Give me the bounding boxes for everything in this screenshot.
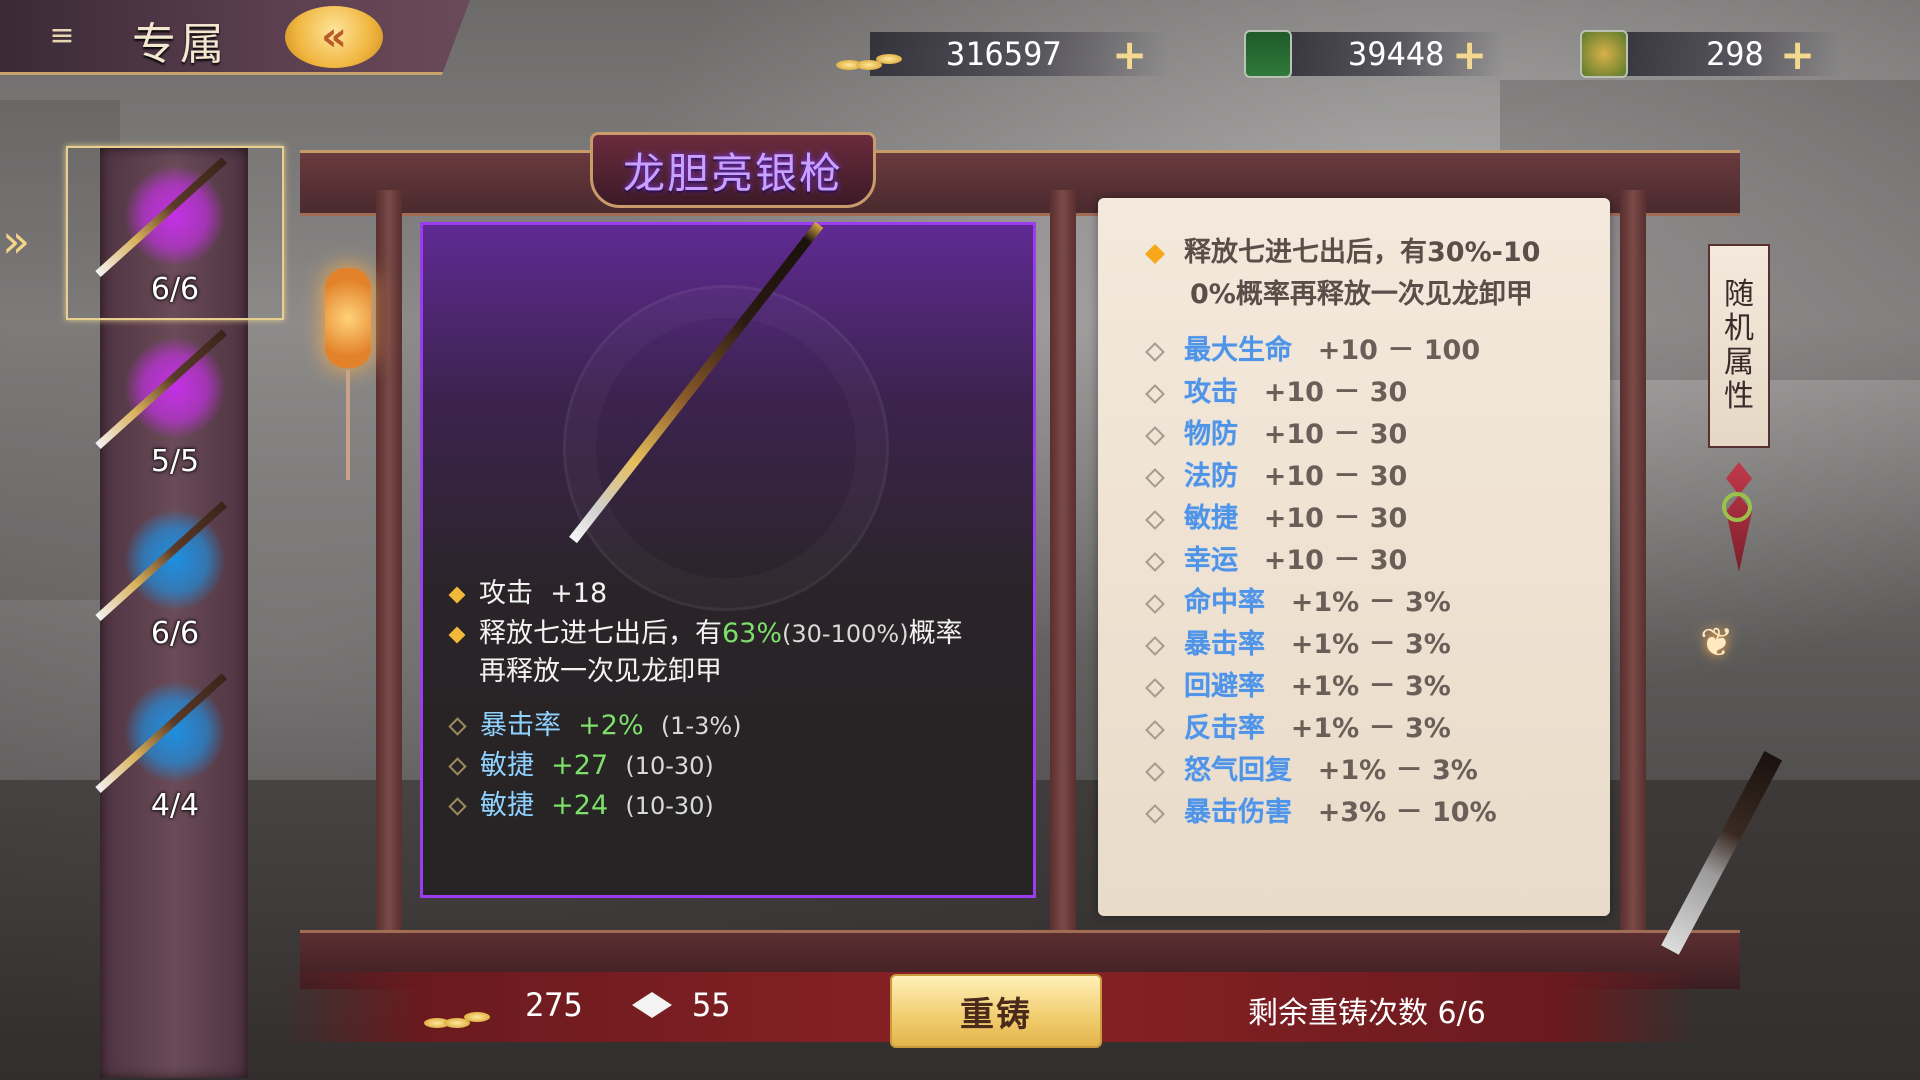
- frame-post: [376, 190, 402, 930]
- random-stat-line: 敏捷 +24 (10-30): [448, 783, 714, 822]
- back-arrow-icon: «: [321, 14, 347, 60]
- attribute-scroll: 释放七进七出后，有30%-10 0%概率再释放一次见龙卸甲 最大生命 +10 －…: [1098, 198, 1610, 916]
- glowing-bird-icon: ❦: [1700, 620, 1734, 666]
- lantern-icon: [325, 268, 371, 368]
- scroll-attribute-row: 最大生命 +10 － 100: [1145, 328, 1480, 367]
- menu-icon[interactable]: ≡: [22, 14, 102, 56]
- bullet-diamond-icon: [1145, 425, 1165, 446]
- gold-coins-icon: [830, 36, 910, 72]
- resource-gold: 316597 +: [830, 28, 1170, 80]
- weapon-count: 6/6: [150, 616, 200, 651]
- gem-cost: 55: [692, 986, 731, 1024]
- bullet-diamond-icon: [448, 586, 466, 603]
- resource-pouch: 298 +: [1580, 28, 1840, 80]
- weapon-name: 龙胆亮银枪: [622, 148, 843, 198]
- scroll-attribute-row: 敏捷 +10 － 30: [1145, 496, 1407, 535]
- weapon-orb: [125, 682, 225, 782]
- effect-line: 释放七进七出后，有63%(30-100%)概率: [448, 611, 963, 650]
- scroll-effect-line: 释放七进七出后，有30%-10: [1145, 230, 1540, 269]
- weapon-name-plate: 龙胆亮银枪: [590, 132, 876, 208]
- frame-post: [1050, 190, 1076, 930]
- base-stat-line: 攻击 +18: [448, 571, 607, 610]
- weapon-slot[interactable]: 5/5: [70, 318, 280, 479]
- add-pouch-button[interactable]: +: [1780, 30, 1815, 79]
- weapon-orb: [125, 510, 225, 610]
- item-detail-panel: 攻击 +18 释放七进七出后，有63%(30-100%)概率 再释放一次见龙卸甲…: [420, 221, 1036, 898]
- weapon-slot[interactable]: 6/6: [70, 146, 280, 307]
- bullet-diamond-icon: [1145, 593, 1165, 614]
- gem-value: 39448: [1348, 35, 1445, 73]
- add-gem-button[interactable]: +: [1452, 30, 1487, 79]
- scroll-attribute-row: 命中率 +1% － 3%: [1145, 580, 1451, 619]
- scroll-attribute-row: 暴击率 +1% － 3%: [1145, 622, 1451, 661]
- page-title: 专属: [132, 19, 228, 70]
- weapon-count: 6/6: [150, 272, 200, 307]
- jade-ring-icon: [1722, 492, 1752, 522]
- scroll-attribute-row: 反击率 +1% － 3%: [1145, 706, 1451, 745]
- bullet-diamond-icon: [1145, 719, 1165, 740]
- bullet-diamond-icon: [448, 626, 466, 643]
- add-gold-button[interactable]: +: [1112, 30, 1147, 79]
- pouch-icon: [1580, 30, 1628, 78]
- gem-icon: [1244, 30, 1292, 78]
- bullet-diamond-icon: [1145, 243, 1165, 264]
- gold-value: 316597: [946, 35, 1062, 73]
- scroll-attribute-row: 攻击 +10 － 30: [1145, 370, 1407, 409]
- bullet-diamond-icon: [448, 757, 467, 776]
- weapon-slot[interactable]: 6/6: [70, 490, 280, 651]
- coin-cost: 275: [525, 986, 583, 1024]
- reforge-label: 重铸: [960, 994, 1032, 1035]
- random-stat-line: 暴击率 +2% (1-3%): [448, 703, 742, 742]
- random-stat-line: 敏捷 +27 (10-30): [448, 743, 714, 782]
- weapon-slot[interactable]: 4/4: [70, 662, 280, 823]
- weapon-count: 4/4: [150, 788, 200, 823]
- bullet-diamond-icon: [1145, 467, 1165, 488]
- frame-post: [1620, 190, 1646, 930]
- scroll-attribute-row: 回避率 +1% － 3%: [1145, 664, 1451, 703]
- scroll-attribute-row: 暴击伤害 +3% － 10%: [1145, 790, 1497, 829]
- bullet-diamond-icon: [1145, 341, 1165, 362]
- scroll-attribute-row: 幸运 +10 － 30: [1145, 538, 1407, 577]
- remaining-reforge-count: 剩余重铸次数 6/6: [1248, 996, 1486, 1031]
- bullet-diamond-icon: [448, 717, 467, 736]
- bullet-diamond-icon: [1145, 635, 1165, 656]
- selection-arrow-icon: »: [2, 214, 31, 268]
- effect-line-2: 再释放一次见龙卸甲: [479, 656, 722, 687]
- bullet-diamond-icon: [1145, 761, 1165, 782]
- weapon-orb: [125, 166, 225, 266]
- scroll-effect-line-2: 0%概率再释放一次见龙卸甲: [1190, 279, 1533, 310]
- resource-gem: 39448 +: [1244, 28, 1504, 80]
- weapon-orb: [125, 338, 225, 438]
- back-button[interactable]: «: [285, 6, 383, 68]
- lantern-tassel: [346, 370, 350, 480]
- reforge-button[interactable]: 重铸: [890, 974, 1102, 1048]
- scroll-attribute-row: 法防 +10 － 30: [1145, 454, 1407, 493]
- bullet-diamond-icon: [1145, 383, 1165, 404]
- bullet-diamond-icon: [1145, 677, 1165, 698]
- pouch-value: 298: [1706, 35, 1764, 73]
- scroll-attribute-row: 物防 +10 － 30: [1145, 412, 1407, 451]
- random-attributes-tab[interactable]: 随 机 属 性: [1708, 244, 1770, 448]
- bullet-diamond-icon: [1145, 509, 1165, 530]
- bullet-diamond-icon: [1145, 803, 1165, 824]
- weapon-count: 5/5: [150, 444, 200, 479]
- bullet-diamond-icon: [448, 797, 467, 816]
- bullet-diamond-icon: [1145, 551, 1165, 572]
- scroll-attribute-row: 怒气回复 +1% － 3%: [1145, 748, 1478, 787]
- gold-coins-icon: [420, 990, 500, 1030]
